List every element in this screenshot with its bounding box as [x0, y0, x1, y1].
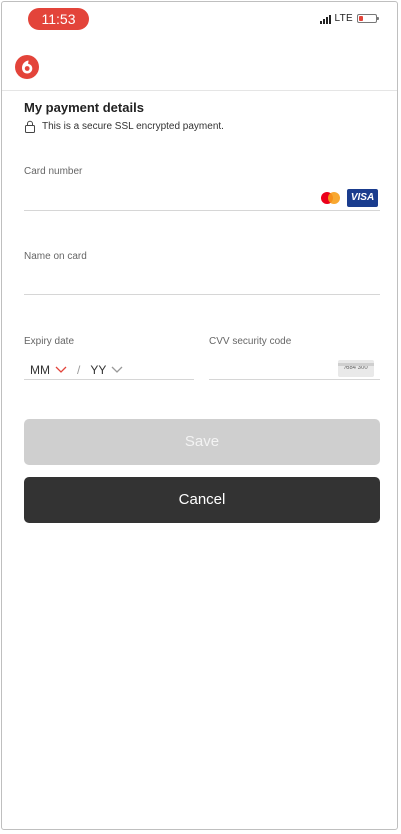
card-number-field[interactable]: Card number VISA: [24, 166, 380, 212]
expiry-year-value: YY: [90, 363, 107, 377]
cvv-label: CVV security code: [209, 336, 292, 347]
app-header: [2, 38, 397, 91]
status-time: 11:53: [28, 8, 89, 30]
expiry-date-label: Expiry date: [24, 336, 75, 347]
cvv-underline: [209, 379, 380, 380]
vodafone-logo-icon[interactable]: [14, 54, 40, 80]
page-title: My payment details: [24, 100, 144, 115]
signal-icon: [319, 14, 331, 24]
name-on-card-field[interactable]: Name on card: [24, 251, 380, 297]
cancel-button[interactable]: Cancel: [24, 477, 380, 523]
expiry-month-value: MM: [30, 363, 50, 377]
secure-note-text: This is a secure SSL encrypted payment.: [42, 121, 224, 132]
status-icons: LTE: [319, 13, 379, 24]
chevron-down-icon: [111, 366, 123, 373]
expiry-selects: MM / YY: [30, 363, 123, 377]
visa-icon: VISA: [347, 189, 378, 207]
accepted-cards: VISA: [319, 189, 378, 207]
phone-frame: 11:53 LTE My payment details This is a s…: [1, 1, 398, 830]
card-number-label: Card number: [24, 166, 83, 177]
expiry-year-select[interactable]: YY: [90, 363, 123, 377]
expiry-separator: /: [77, 363, 81, 377]
payment-header-section: My payment details This is a secure SSL …: [24, 100, 380, 133]
expiry-month-select[interactable]: MM: [30, 363, 67, 377]
network-label: LTE: [334, 13, 353, 24]
expiry-underline: [24, 379, 194, 380]
status-bar: 11:53 LTE: [2, 2, 397, 38]
battery-icon: [357, 14, 379, 23]
name-on-card-underline: [24, 294, 380, 295]
card-number-underline: [24, 210, 380, 211]
lock-icon: [25, 120, 35, 133]
cvv-field[interactable]: CVV security code /684 300: [209, 336, 380, 382]
expiry-date-field: Expiry date MM / YY: [24, 336, 194, 382]
cvv-card-icon: /684 300: [338, 360, 374, 377]
mastercard-icon: [319, 191, 341, 205]
chevron-down-icon: [55, 366, 67, 373]
secure-note: This is a secure SSL encrypted payment.: [24, 120, 380, 133]
name-on-card-label: Name on card: [24, 251, 87, 262]
save-button[interactable]: Save: [24, 419, 380, 465]
